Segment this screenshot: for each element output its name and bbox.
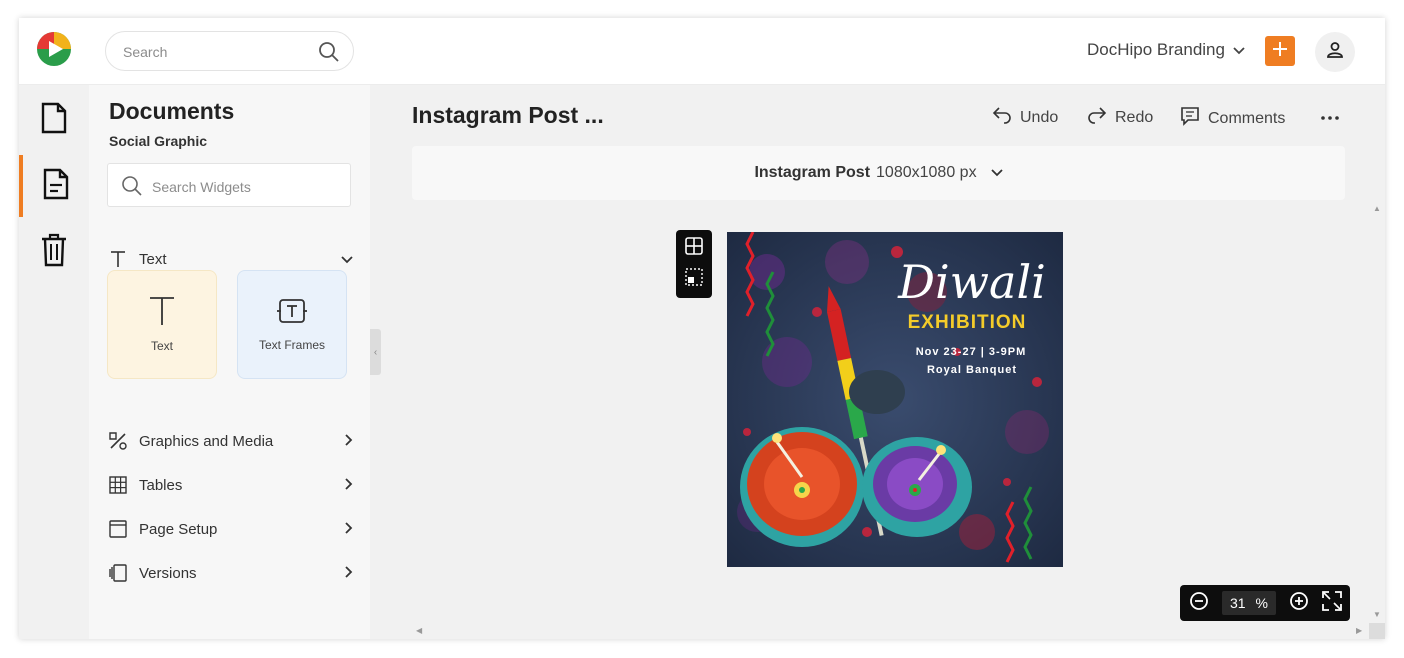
- zoom-in-icon[interactable]: [1289, 591, 1309, 616]
- page-setup-section[interactable]: Page Setup: [107, 516, 353, 542]
- versions-label: Versions: [139, 564, 197, 582]
- create-new-button[interactable]: [1265, 36, 1295, 66]
- chevron-down-icon: [341, 251, 353, 268]
- app-window: Search DocHipo Branding Documents Social…: [19, 18, 1385, 639]
- versions-section[interactable]: Versions: [107, 560, 353, 586]
- comments-button[interactable]: Comments: [1180, 106, 1285, 131]
- zoom-out-icon[interactable]: [1189, 591, 1209, 616]
- scroll-down-arrow-icon[interactable]: ▼: [1373, 610, 1381, 619]
- poster-venue: Royal Banquet: [927, 364, 1017, 376]
- tables-label: Tables: [139, 476, 183, 494]
- user-icon: [1326, 41, 1344, 64]
- poster-title: Diwali: [897, 255, 1046, 309]
- graphics-media-label: Graphics and Media: [139, 432, 274, 450]
- poster-subtitle: EXHIBITION: [908, 312, 1027, 333]
- undo-icon: [992, 106, 1012, 129]
- scroll-corner: [1369, 623, 1385, 639]
- diwali-poster-image: Diwali EXHIBITION Nov 23-27 | 3-9PM Roya…: [727, 232, 1063, 567]
- design-canvas[interactable]: Diwali EXHIBITION Nov 23-27 | 3-9PM Roya…: [727, 232, 1063, 567]
- chevron-down-icon: [990, 164, 1003, 182]
- text-frames-card-label: Text Frames: [258, 338, 325, 352]
- top-bar: Search DocHipo Branding: [19, 18, 1385, 85]
- scroll-left-arrow-icon[interactable]: ◀: [416, 626, 422, 635]
- graphics-icon: [107, 430, 129, 452]
- undo-label: Undo: [1020, 108, 1059, 126]
- user-avatar-button[interactable]: [1315, 32, 1355, 72]
- redo-button[interactable]: Redo: [1087, 106, 1153, 129]
- page-setup-icon: [107, 518, 129, 540]
- more-dots-icon: [1320, 104, 1340, 129]
- zoom-value[interactable]: 31 %: [1222, 591, 1276, 615]
- document-title[interactable]: Instagram Post ...: [412, 102, 604, 129]
- size-dims: 1080x1080 px: [876, 164, 977, 181]
- scroll-up-arrow-icon[interactable]: ▲: [1373, 204, 1381, 213]
- rail-trash-button[interactable]: [19, 221, 89, 283]
- search-bar[interactable]: Search: [105, 31, 354, 71]
- comments-label: Comments: [1208, 109, 1286, 127]
- chevron-right-icon: [345, 433, 353, 450]
- text-section-toggle[interactable]: Text: [107, 246, 353, 272]
- table-icon: [107, 474, 129, 496]
- redo-icon: [1087, 106, 1107, 129]
- graphics-media-section[interactable]: Graphics and Media: [107, 428, 353, 454]
- widget-search-input[interactable]: Search Widgets: [107, 163, 351, 207]
- zoom-control: 31 %: [1180, 585, 1350, 621]
- panel-subtitle: Social Graphic: [109, 133, 208, 149]
- select-area-icon[interactable]: [685, 267, 703, 291]
- widget-search-placeholder: Search Widgets: [152, 179, 251, 195]
- versions-icon: [107, 562, 129, 584]
- text-t-icon: [107, 248, 129, 270]
- search-placeholder: Search: [123, 44, 168, 60]
- panel-title: Documents: [109, 98, 235, 124]
- tables-section[interactable]: Tables: [107, 472, 353, 498]
- chevron-down-icon: [1233, 40, 1245, 60]
- document-icon: [40, 102, 68, 139]
- comment-icon: [1180, 106, 1200, 131]
- rail-widgets-button[interactable]: [19, 155, 89, 217]
- page-size-selector[interactable]: Instagram Post 1080x1080 px: [412, 146, 1345, 200]
- chevron-left-icon: ‹: [373, 346, 378, 358]
- rail-documents-button[interactable]: [19, 89, 89, 151]
- text-t-icon: [148, 296, 176, 329]
- dochipo-logo-icon[interactable]: [36, 31, 72, 67]
- brand-label: DocHipo Branding: [1087, 40, 1225, 59]
- grid-icon[interactable]: [685, 237, 703, 260]
- scroll-right-arrow-icon[interactable]: ▶: [1356, 626, 1362, 635]
- plus-icon: [1272, 41, 1288, 62]
- left-rail: [19, 85, 89, 639]
- undo-button[interactable]: Undo: [992, 106, 1058, 129]
- size-name: Instagram Post: [754, 164, 871, 181]
- fullscreen-icon[interactable]: [1322, 590, 1342, 616]
- page-setup-label: Page Setup: [139, 520, 218, 538]
- trash-icon: [40, 233, 68, 272]
- text-section-label: Text: [139, 250, 167, 268]
- chevron-right-icon: [345, 565, 353, 582]
- text-frame-icon: [276, 297, 308, 328]
- more-options-button[interactable]: [1320, 104, 1340, 129]
- search-icon[interactable]: [318, 41, 340, 68]
- canvas-toolbar: [676, 230, 712, 298]
- redo-label: Redo: [1115, 108, 1154, 126]
- brand-dropdown[interactable]: DocHipo Branding: [1087, 40, 1245, 60]
- zoom-unit: %: [1255, 595, 1268, 611]
- text-frames-widget-card[interactable]: Text Frames: [237, 270, 347, 379]
- zoom-percent: 31: [1230, 595, 1246, 611]
- panel-collapse-handle[interactable]: ‹: [370, 329, 381, 375]
- text-widget-card[interactable]: Text: [107, 270, 217, 379]
- poster-date: Nov 23-27 | 3-9PM: [916, 346, 1027, 358]
- chevron-right-icon: [345, 521, 353, 538]
- chevron-right-icon: [345, 477, 353, 494]
- text-card-label: Text: [150, 339, 173, 353]
- document-lines-icon: [42, 168, 70, 205]
- search-icon: [121, 175, 143, 202]
- widget-panel: Documents Social Graphic Search Widgets …: [89, 85, 370, 639]
